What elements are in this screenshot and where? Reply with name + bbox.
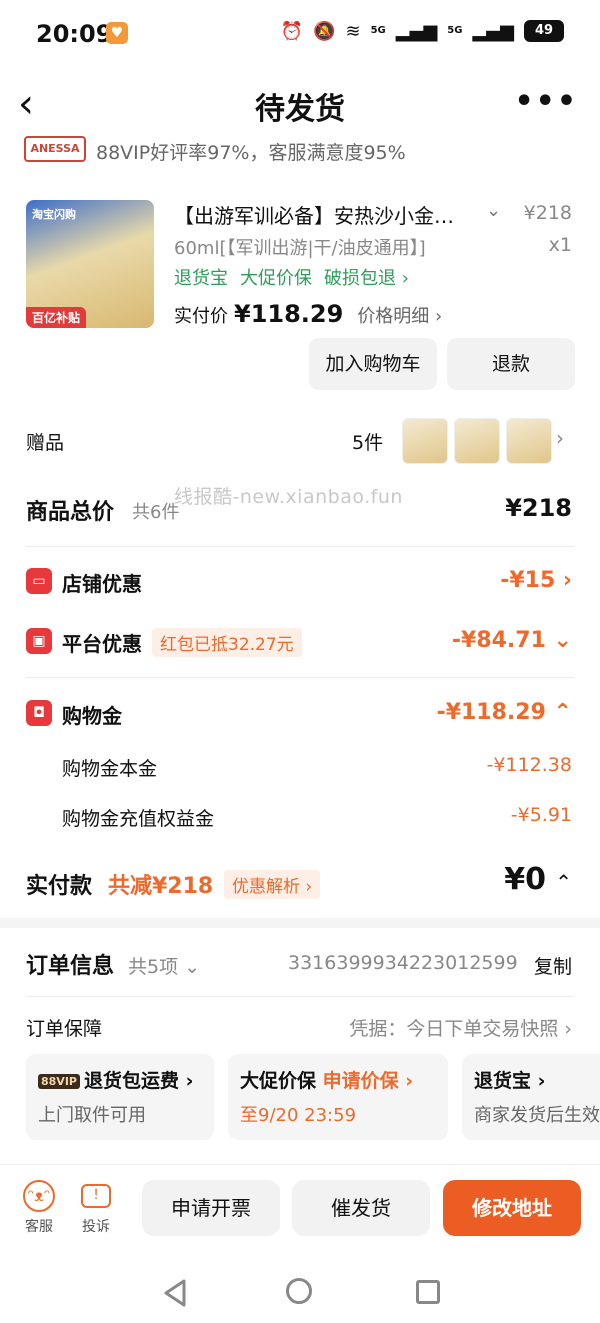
tag-return-insurance[interactable]: 退货宝: [174, 264, 228, 290]
card-subtitle: 至9/20 23:59: [240, 1105, 357, 1126]
gift-thumbnail[interactable]: [506, 418, 552, 464]
credit-bonus-value: -¥5.91: [510, 804, 572, 826]
red-packet-badge: 红包已抵32.27元: [152, 628, 302, 657]
shopping-credit-icon: ◘: [26, 700, 52, 726]
system-recents-icon[interactable]: [416, 1280, 440, 1304]
heart-app-icon: ♥: [106, 22, 128, 44]
goods-total-count: 共6件: [132, 502, 180, 523]
platform-discount-value[interactable]: -¥84.71 ⌄: [452, 628, 572, 653]
complaint-label: 投诉: [82, 1219, 110, 1235]
goods-total-value: ¥218: [505, 494, 572, 522]
divider: [26, 546, 574, 547]
shop-discount-value[interactable]: -¥15 ›: [500, 568, 572, 593]
card-title: 88VIP 退货包运费 ›: [38, 1066, 202, 1093]
divider: [26, 677, 574, 678]
tag-price-protect[interactable]: 大促价保: [240, 264, 312, 290]
shop-logo[interactable]: ANESSA: [24, 136, 86, 162]
gift-label: 赠品: [26, 432, 65, 454]
product-quantity: x1: [548, 234, 572, 256]
shop-discount-icon: ▭: [26, 568, 52, 594]
section-separator: [0, 918, 600, 928]
signal-1-label: 5G: [370, 25, 386, 36]
chevron-up-icon[interactable]: ⌃: [555, 870, 572, 894]
customer-service-label: 客服: [25, 1219, 53, 1235]
request-invoice-button[interactable]: 申请开票: [142, 1180, 280, 1236]
actual-payment-label: 实付款: [26, 874, 93, 899]
shop-rating: 88VIP好评率97%，客服满意度95%: [96, 142, 406, 164]
system-home-icon[interactable]: [286, 1278, 312, 1304]
snapshot-proof-link[interactable]: 凭据：今日下单交易快照 ›: [349, 1014, 572, 1041]
subsidy-badge: 百亿补贴: [26, 307, 87, 328]
paid-label: 实付价: [174, 306, 228, 327]
card-title: 大促价保 申请价保 ›: [240, 1070, 414, 1092]
goods-total-label: 商品总价: [26, 500, 115, 525]
divider: [26, 996, 574, 997]
tag-damage-return[interactable]: 破损包退 ›: [324, 264, 409, 290]
chevron-down-icon[interactable]: ⌄: [486, 200, 501, 221]
product-title[interactable]: 【出游军训必备】安热沙小金瓶防晒: [174, 200, 464, 229]
product-paid-price: 实付价 ¥118.29 价格明细 ›: [174, 300, 442, 328]
shopping-credit-label: 购物金: [62, 704, 122, 728]
shop-discount-label: 店铺优惠: [62, 572, 142, 596]
return-insurance-card[interactable]: 退货宝 › 商家发货后生效: [462, 1054, 600, 1140]
card-subtitle: 上门取件可用: [38, 1105, 146, 1126]
product-image[interactable]: 淘宝闪购 百亿补贴: [26, 200, 154, 328]
price-breakdown-link[interactable]: 价格明细 ›: [357, 302, 442, 328]
actual-payment-value: ¥0: [504, 862, 546, 897]
gift-thumbnail[interactable]: [454, 418, 500, 464]
status-icons: ⏰ 🔕 ≋ 5G ▂▄▆ 5G ▂▄▆ 49: [281, 20, 564, 42]
change-address-button[interactable]: 修改地址: [443, 1180, 581, 1236]
order-id: 3316399934223012599: [288, 952, 518, 974]
urge-shipping-button[interactable]: 催发货: [292, 1180, 430, 1236]
back-arrow-icon[interactable]: ‹: [18, 84, 34, 124]
discount-analysis-link[interactable]: 优惠解析 ›: [224, 870, 321, 899]
product-tags[interactable]: 退货宝 大促价保 破损包退 ›: [174, 264, 409, 290]
vip-badge: 88VIP: [38, 1074, 80, 1089]
credit-bonus-label: 购物金充值权益金: [62, 808, 215, 830]
more-menu-icon[interactable]: •••: [514, 84, 578, 119]
price-protect-card[interactable]: 大促价保 申请价保 › 至9/20 23:59: [228, 1054, 448, 1140]
return-shipping-card[interactable]: 88VIP 退货包运费 › 上门取件可用: [26, 1054, 214, 1140]
signal-bars-icon: ▂▄▆: [472, 20, 514, 42]
product-price: ¥218: [523, 202, 572, 224]
wifi-icon: ≋: [345, 20, 361, 42]
system-back-icon[interactable]: [162, 1278, 188, 1308]
product-image-top-text: 淘宝闪购: [32, 208, 76, 221]
customer-service-button[interactable]: ᵔᴥᵔ 客服: [20, 1180, 58, 1236]
copy-button[interactable]: 复制: [534, 952, 572, 979]
product-spec: 60ml[【军训出游|干/油皮通用】]: [174, 238, 426, 259]
card-subtitle: 商家发货后生效: [474, 1105, 600, 1126]
shopping-credit-value[interactable]: -¥118.29 ⌃: [437, 700, 572, 725]
order-info-label: 订单信息: [26, 954, 115, 979]
refund-button[interactable]: 退款: [447, 338, 575, 390]
card-title: 退货宝 ›: [474, 1070, 546, 1092]
signal-bars-icon: ▂▄▆: [395, 20, 438, 42]
gift-count[interactable]: 5件: [352, 428, 383, 455]
signal-2-label: 5G: [447, 25, 463, 36]
credit-principal-label: 购物金本金: [62, 758, 158, 780]
apply-price-protect-link[interactable]: 申请价保 ›: [323, 1070, 413, 1092]
order-guarantee-label: 订单保障: [26, 1018, 103, 1040]
mute-bell-icon: 🔕: [313, 20, 336, 42]
total-saved: 共减¥218: [108, 874, 214, 899]
status-time: 20:09: [36, 20, 113, 48]
add-to-cart-button[interactable]: 加入购物车: [309, 338, 437, 390]
smiley-face-icon: ᵔᴥᵔ: [23, 1180, 55, 1212]
watermark: 线报酷-new.xianbao.fun: [174, 486, 403, 508]
page-title: 待发货: [255, 92, 345, 127]
order-info-count[interactable]: 共5项 ⌄: [128, 952, 200, 979]
complaint-button[interactable]: ! 投诉: [76, 1180, 116, 1236]
chevron-right-icon[interactable]: ›: [556, 426, 564, 450]
battery-icon: 49: [524, 20, 564, 42]
credit-principal-value: -¥112.38: [486, 754, 572, 776]
platform-discount-label: 平台优惠: [62, 632, 142, 656]
alarm-icon: ⏰: [280, 20, 304, 42]
platform-discount-icon: ▣: [26, 628, 52, 654]
chat-bubble-icon: !: [81, 1184, 111, 1208]
paid-value: ¥118.29: [234, 300, 344, 328]
gift-thumbnail[interactable]: [402, 418, 448, 464]
